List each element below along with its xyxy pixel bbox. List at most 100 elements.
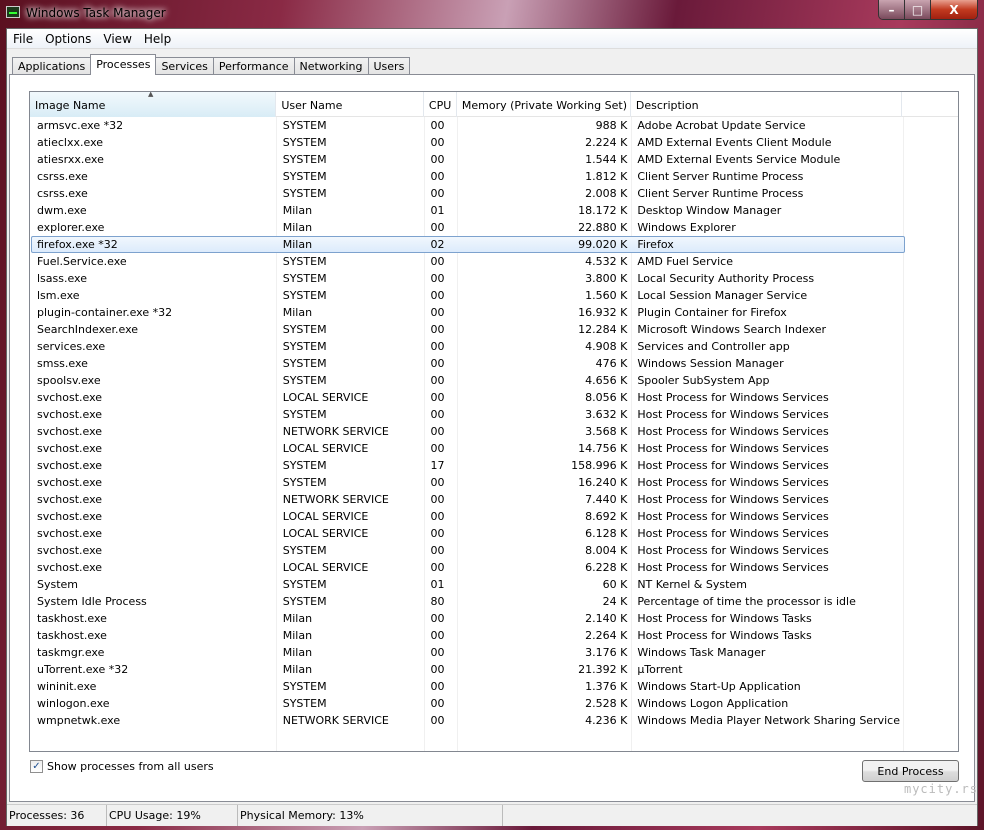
process-row[interactable]: explorer.exe Milan 00 22.880 K Windows Explo… (31, 219, 905, 236)
cell-description: Host Process for Windows Services (637, 408, 829, 421)
process-row[interactable]: atieclxx.exe SYSTEM 00 2.224 K AMD External … (31, 134, 905, 151)
cell-cpu: 00 (430, 323, 445, 336)
close-button[interactable]: X (931, 0, 977, 19)
title-bar[interactable]: Windows Task Manager – □ X (0, 0, 984, 28)
cell-user-name: SYSTEM (282, 595, 327, 608)
cell-description: Desktop Window Manager (637, 204, 782, 217)
cell-description: Windows Session Manager (637, 357, 784, 370)
process-row[interactable]: svchost.exe LOCAL SERVICE 00 14.756 K Host P… (31, 440, 905, 457)
column-description[interactable]: Description (631, 92, 903, 117)
status-bar: Processes: 36 CPU Usage: 19% Physical Me… (7, 804, 977, 826)
process-row[interactable]: svchost.exe SYSTEM 00 8.004 K Host Process f… (31, 542, 905, 559)
cell-user-name: SYSTEM (282, 323, 327, 336)
cell-cpu: 00 (430, 561, 445, 574)
tab-applications[interactable]: Applications (12, 57, 92, 75)
cell-cpu: 00 (430, 272, 445, 285)
process-row[interactable]: firefox.exe *32 Milan 02 99.020 K Firefox (31, 236, 905, 253)
cell-user-name: LOCAL SERVICE (282, 527, 369, 540)
cell-cpu: 00 (430, 612, 445, 625)
process-row[interactable]: SearchIndexer.exe SYSTEM 00 12.284 K Microso… (31, 321, 905, 338)
process-rows: armsvc.exe *32 SYSTEM 00 988 K Adobe Acrobat… (31, 117, 905, 729)
cell-memory: 4.236 K (585, 714, 628, 727)
column-cpu[interactable]: CPU (424, 92, 457, 117)
cell-description: Host Process for Windows Services (637, 493, 829, 506)
checkbox-checked-icon[interactable]: ✓ (30, 760, 43, 773)
cell-image-name: armsvc.exe *32 (37, 119, 124, 132)
menu-file[interactable]: File (7, 29, 39, 48)
process-row[interactable]: svchost.exe SYSTEM 00 16.240 K Host Process … (31, 474, 905, 491)
process-row[interactable]: taskhost.exe Milan 00 2.264 K Host Process f… (31, 627, 905, 644)
cell-description: AMD External Events Service Module (637, 153, 841, 166)
process-row[interactable]: lsass.exe SYSTEM 00 3.800 K Local Security A… (31, 270, 905, 287)
cell-cpu: 00 (430, 255, 445, 268)
cell-image-name: Fuel.Service.exe (37, 255, 127, 268)
cell-memory: 8.692 K (585, 510, 628, 523)
process-row[interactable]: svchost.exe LOCAL SERVICE 00 6.228 K Host Pr… (31, 559, 905, 576)
process-row[interactable]: taskhost.exe Milan 00 2.140 K Host Process f… (31, 610, 905, 627)
process-row[interactable]: wininit.exe SYSTEM 00 1.376 K Windows Start-… (31, 678, 905, 695)
cell-image-name: csrss.exe (37, 187, 88, 200)
process-row[interactable]: wmpnetwk.exe NETWORK SERVICE 00 4.236 K Wind… (31, 712, 905, 729)
maximize-button[interactable]: □ (905, 0, 931, 19)
menu-options[interactable]: Options (39, 29, 97, 48)
status-physical-memory: Physical Memory: 13% (238, 805, 503, 826)
tab-performance[interactable]: Performance (212, 57, 295, 75)
cell-image-name: firefox.exe *32 (37, 238, 118, 251)
process-row[interactable]: taskmgr.exe Milan 00 3.176 K Windows Task Ma… (31, 644, 905, 661)
process-row[interactable]: csrss.exe SYSTEM 00 2.008 K Client Server Ru… (31, 185, 905, 202)
tab-networking[interactable]: Networking (293, 57, 369, 75)
process-row[interactable]: svchost.exe SYSTEM 17 158.996 K Host Process… (31, 457, 905, 474)
status-processes: Processes: 36 (7, 805, 107, 826)
process-row[interactable]: Fuel.Service.exe SYSTEM 00 4.532 K AMD Fuel … (31, 253, 905, 270)
process-row[interactable]: smss.exe SYSTEM 00 476 K Windows Session Man… (31, 355, 905, 372)
process-row[interactable]: System Idle Process SYSTEM 80 24 K Percentag… (31, 593, 905, 610)
cell-image-name: taskhost.exe (37, 629, 107, 642)
window-title: Windows Task Manager (26, 6, 166, 20)
process-row[interactable]: winlogon.exe SYSTEM 00 2.528 K Windows Logon… (31, 695, 905, 712)
minimize-button[interactable]: – (879, 0, 905, 19)
process-row[interactable]: svchost.exe LOCAL SERVICE 00 8.692 K Host Pr… (31, 508, 905, 525)
tab-processes[interactable]: Processes (90, 54, 157, 75)
process-row[interactable]: System SYSTEM 01 60 K NT Kernel & System (31, 576, 905, 593)
cell-memory: 2.528 K (585, 697, 628, 710)
process-row[interactable]: svchost.exe NETWORK SERVICE 00 7.440 K Host … (31, 491, 905, 508)
cell-description: Local Security Authority Process (637, 272, 815, 285)
menu-help[interactable]: Help (138, 29, 177, 48)
cell-memory: 3.632 K (585, 408, 628, 421)
process-row[interactable]: lsm.exe SYSTEM 00 1.560 K Local Session Mana… (31, 287, 905, 304)
process-row[interactable]: svchost.exe LOCAL SERVICE 00 6.128 K Host Pr… (31, 525, 905, 542)
cell-cpu: 01 (430, 204, 445, 217)
process-row[interactable]: services.exe SYSTEM 00 4.908 K Services and … (31, 338, 905, 355)
cell-cpu: 00 (430, 221, 445, 234)
list-header: ▲ Image Name User Name CPU Memory (Privat… (30, 92, 958, 117)
cell-user-name: SYSTEM (282, 170, 327, 183)
process-row[interactable]: csrss.exe SYSTEM 00 1.812 K Client Server Ru… (31, 168, 905, 185)
cell-cpu: 00 (430, 187, 445, 200)
process-row[interactable]: armsvc.exe *32 SYSTEM 00 988 K Adobe Acrobat… (31, 117, 905, 134)
column-user-name[interactable]: User Name (276, 92, 424, 117)
cell-description: Host Process for Windows Tasks (637, 612, 812, 625)
tab-services[interactable]: Services (155, 57, 214, 75)
column-image-name[interactable]: ▲ Image Name (30, 92, 277, 117)
cell-cpu: 00 (430, 527, 445, 540)
tab-users[interactable]: Users (367, 57, 411, 75)
cell-user-name: NETWORK SERVICE (282, 425, 389, 438)
process-row[interactable]: atiesrxx.exe SYSTEM 00 1.544 K AMD External … (31, 151, 905, 168)
process-row[interactable]: uTorrent.exe *32 Milan 00 21.392 K µTorrent (31, 661, 905, 678)
process-row[interactable]: svchost.exe SYSTEM 00 3.632 K Host Process f… (31, 406, 905, 423)
process-row[interactable]: plugin-container.exe *32 Milan 00 16.932 K P… (31, 304, 905, 321)
process-row[interactable]: dwm.exe Milan 01 18.172 K Desktop Window Man… (31, 202, 905, 219)
column-memory[interactable]: Memory (Private Working Set) (457, 92, 631, 117)
cell-memory: 18.172 K (578, 204, 628, 217)
process-row[interactable]: spoolsv.exe SYSTEM 00 4.656 K Spooler SubSys… (31, 372, 905, 389)
process-list[interactable]: ▲ Image Name User Name CPU Memory (Privat… (29, 91, 959, 752)
window-controls: – □ X (878, 0, 978, 20)
process-row[interactable]: svchost.exe NETWORK SERVICE 00 3.568 K Host … (31, 423, 905, 440)
end-process-button[interactable]: End Process (862, 760, 959, 782)
cell-cpu: 00 (430, 544, 445, 557)
cell-image-name: taskmgr.exe (37, 646, 105, 659)
menu-view[interactable]: View (97, 29, 137, 48)
show-all-users-checkbox[interactable]: ✓ Show processes from all users (30, 760, 214, 773)
process-row[interactable]: svchost.exe LOCAL SERVICE 00 8.056 K Host Pr… (31, 389, 905, 406)
cell-image-name: svchost.exe (37, 544, 103, 557)
